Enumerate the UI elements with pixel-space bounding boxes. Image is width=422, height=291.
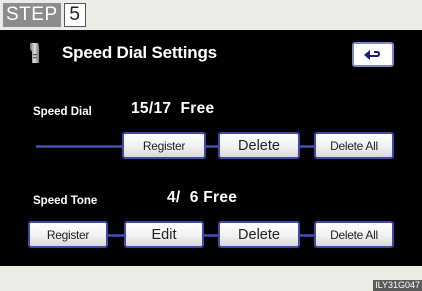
speed-tone-connector-line (300, 234, 314, 237)
speed-tone-connector-line (204, 234, 218, 237)
image-code: ILY31G047 (373, 280, 422, 291)
speed-tone-connector-line (108, 234, 124, 237)
speed-dial-connector-line (36, 145, 122, 148)
step-label: STEP (3, 3, 61, 27)
speed-dial-connector-line (300, 145, 314, 148)
speed-tone-register-button[interactable]: Register (28, 221, 108, 248)
speed-tone-delete-all-button[interactable]: Delete All (314, 221, 394, 248)
page: STEP 5 Speed Dial Settings Speed Dial 15… (0, 0, 422, 291)
back-arrow-icon (364, 49, 380, 60)
speed-tone-edit-button[interactable]: Edit (124, 221, 204, 248)
speed-tone-delete-button[interactable]: Delete (218, 221, 300, 248)
speed-tone-free-count: 4/ 6 Free (167, 189, 238, 206)
phone-handset-icon (30, 43, 39, 63)
step-indicator: STEP 5 (3, 3, 86, 27)
back-button[interactable] (352, 42, 394, 67)
speed-dial-register-button[interactable]: Register (122, 132, 206, 159)
speed-dial-label: Speed Dial (33, 106, 92, 118)
speed-dial-connector-line (206, 145, 218, 148)
screen-title: Speed Dial Settings (62, 43, 217, 62)
navigation-screen: Speed Dial Settings Speed Dial 15/17 Fre… (0, 30, 422, 266)
speed-tone-label: Speed Tone (33, 195, 98, 207)
step-number: 5 (63, 3, 86, 27)
speed-dial-delete-button[interactable]: Delete (218, 132, 300, 159)
speed-dial-free-count: 15/17 Free (131, 100, 215, 117)
speed-dial-delete-all-button[interactable]: Delete All (314, 132, 394, 159)
